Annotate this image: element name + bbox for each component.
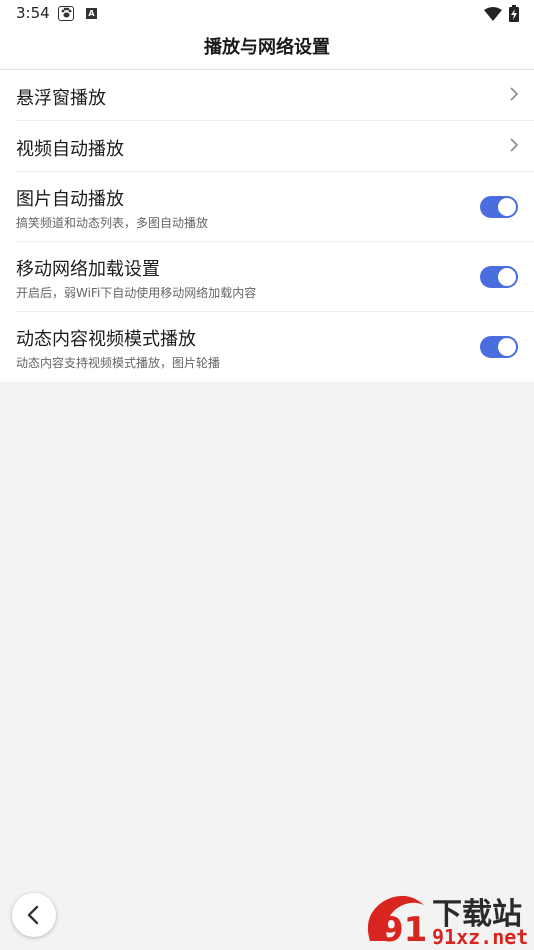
app-header: 播放与网络设置	[0, 28, 534, 70]
chevron-right-icon	[510, 137, 519, 156]
setting-floating-window-play[interactable]: 悬浮窗播放	[16, 70, 534, 121]
setting-image-autoplay: 图片自动播放 搞笑频道和动态列表，多图自动播放	[16, 172, 534, 242]
status-bar: 3:54 A	[0, 0, 534, 28]
setting-label: 视频自动播放	[16, 139, 124, 160]
battery-charging-icon	[509, 5, 519, 26]
back-button[interactable]	[12, 893, 56, 937]
setting-label: 动态内容视频模式播放	[16, 329, 196, 350]
setting-description: 开启后，弱WiFi下自动使用移动网络加载内容	[16, 286, 257, 300]
setting-description: 动态内容支持视频模式播放，图片轮播	[16, 356, 221, 370]
chevron-right-icon	[510, 86, 519, 105]
91-logo-icon: 91	[362, 891, 428, 950]
status-time: 3:54	[16, 4, 50, 22]
mobile-network-toggle[interactable]	[480, 266, 518, 288]
setting-label: 移动网络加载设置	[16, 259, 160, 280]
baidu-paw-icon	[58, 6, 74, 21]
setting-dynamic-video-mode: 动态内容视频模式播放 动态内容支持视频模式播放，图片轮播	[16, 312, 534, 382]
setting-video-autoplay[interactable]: 视频自动播放	[16, 121, 534, 172]
toggle-knob	[498, 198, 516, 216]
toggle-knob	[498, 268, 516, 286]
setting-description: 搞笑频道和动态列表，多图自动播放	[16, 216, 209, 230]
watermark-url: 91xz.net	[432, 925, 529, 949]
wifi-icon	[484, 6, 502, 25]
setting-label: 图片自动播放	[16, 189, 124, 210]
page-title: 播放与网络设置	[204, 37, 330, 58]
settings-list: 悬浮窗播放 视频自动播放 图片自动播放 搞笑频道和动态列表，多图自动播放 移动网…	[0, 70, 534, 382]
a-letter-icon: A	[86, 8, 97, 19]
chevron-left-icon	[27, 905, 39, 925]
setting-label: 悬浮窗播放	[16, 88, 106, 109]
image-autoplay-toggle[interactable]	[480, 196, 518, 218]
dynamic-video-mode-toggle[interactable]	[480, 336, 518, 358]
logo-text: 91	[380, 910, 427, 949]
watermark: 91 下载站 91xz.net	[362, 887, 534, 950]
setting-mobile-network-load: 移动网络加载设置 开启后，弱WiFi下自动使用移动网络加载内容	[16, 242, 534, 312]
toggle-knob	[498, 338, 516, 356]
